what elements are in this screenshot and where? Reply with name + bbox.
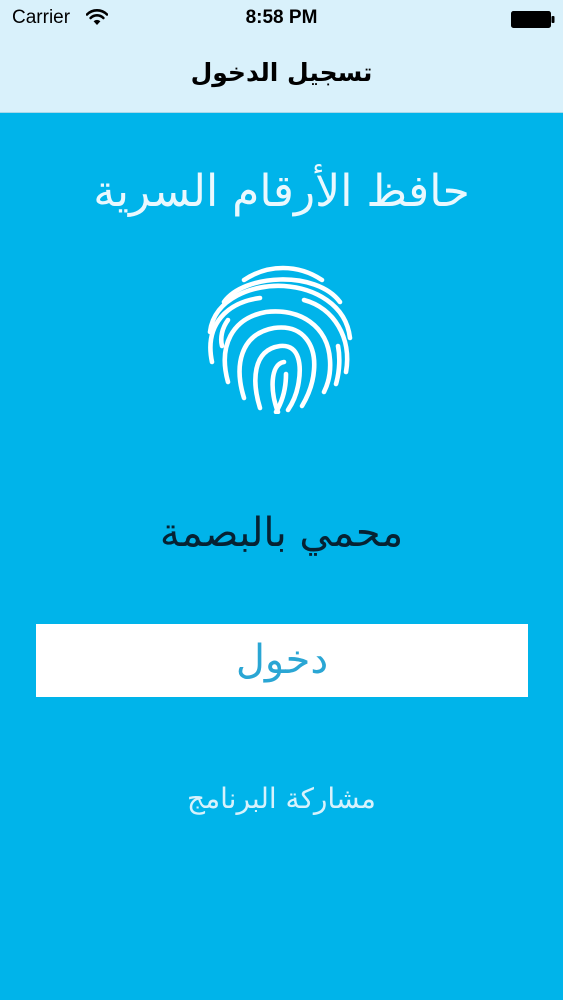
battery-full-icon — [511, 11, 555, 28]
navigation-bar: Carrier 8:58 PM تسجيل الدخول — [0, 0, 563, 113]
login-screen: Carrier 8:58 PM تسجيل الدخول حافظ الأرقا… — [0, 0, 563, 1000]
share-app-link[interactable]: مشاركة البرنامج — [0, 782, 563, 815]
fingerprint-icon — [207, 265, 353, 414]
login-button[interactable]: دخول — [36, 624, 528, 697]
subtitle: محمي بالبصمة — [159, 510, 404, 556]
status-bar: Carrier 8:58 PM — [0, 0, 563, 38]
nav-title: تسجيل الدخول — [190, 58, 373, 87]
app-title: حافظ الأرقام السرية — [93, 166, 470, 217]
status-time: 8:58 PM — [245, 7, 318, 28]
